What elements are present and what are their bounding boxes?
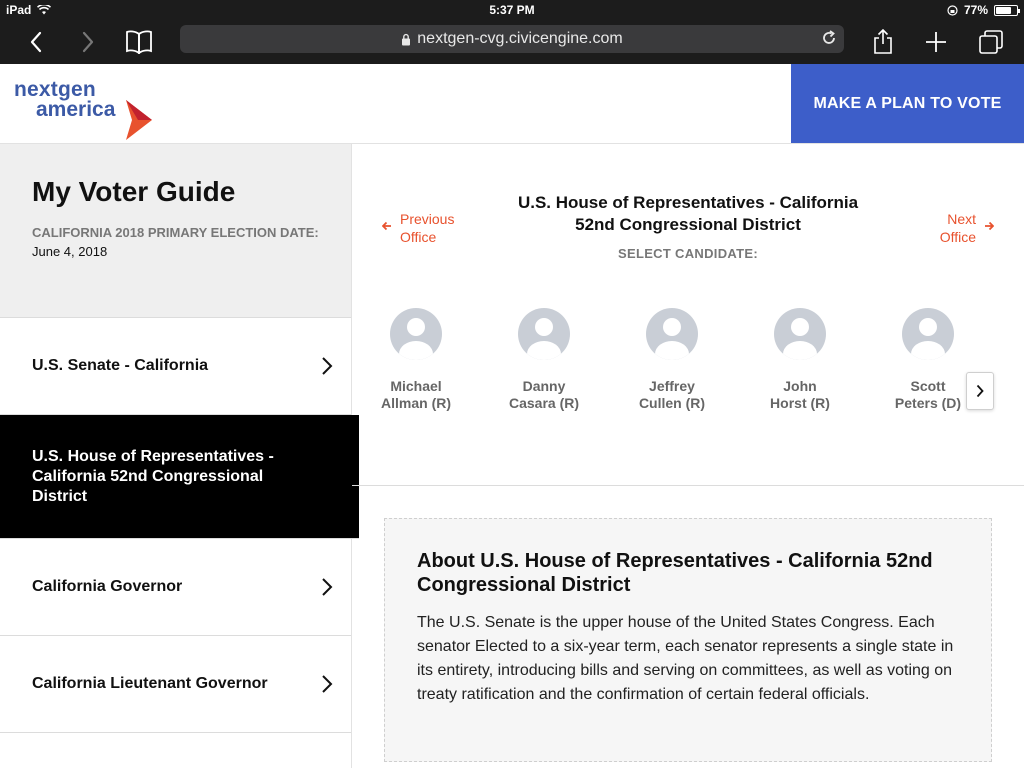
page-title: My Voter Guide (32, 176, 236, 207)
url-text: nextgen-cvg.civicengine.com (417, 30, 623, 47)
office-title-line-2: 52nd Congressional District (575, 215, 801, 234)
arrow-right-icon (985, 221, 994, 231)
browser-toolbar: nextgen-cvg.civicengine.com (0, 20, 1024, 64)
tabs-icon[interactable] (975, 26, 1007, 58)
voter-guide-header: My Voter Guide CALIFORNIA 2018 PRIMARY E… (0, 144, 351, 318)
make-a-plan-button[interactable]: MAKE A PLAN TO VOTE (791, 64, 1024, 143)
next-office-label-2: Office (939, 229, 976, 245)
battery-fill (996, 6, 1012, 14)
new-tab-icon[interactable] (920, 26, 952, 58)
sidebar-item-governor[interactable]: California Governor (0, 539, 351, 636)
main-content: Previous Office U.S. House of Representat… (352, 144, 1024, 768)
chevron-right-icon (322, 357, 333, 375)
arrow-left-icon (382, 221, 391, 231)
candidate-card[interactable]: Danny Casara (R) (489, 308, 599, 412)
sidebar-item-label: California Governor (32, 578, 183, 595)
about-body: The U.S. Senate is the upper house of th… (417, 614, 954, 703)
candidate-name: Michael Allman (R) (361, 378, 471, 412)
battery-icon (994, 4, 1020, 16)
share-icon[interactable] (867, 26, 899, 58)
candidate-card[interactable]: Michael Allman (R) (361, 308, 471, 412)
logo-chevron-icon (126, 100, 152, 140)
back-icon[interactable] (20, 26, 52, 58)
candidate-last-name: Cullen (R) (638, 395, 706, 411)
forward-icon[interactable] (72, 26, 104, 58)
candidate-name: John Horst (R) (745, 378, 855, 412)
sidebar-item-label: U.S. Senate - California (32, 357, 209, 374)
candidate-carousel: Michael Allman (R) Danny Casara (R) Jeff… (352, 304, 1024, 434)
sidebar-item-label: California Lieutenant Governor (32, 675, 268, 692)
battery-percent: 77% (963, 3, 988, 17)
next-office-label-1: Next (947, 211, 976, 227)
chevron-right-icon (322, 578, 333, 596)
about-office-panel: About U.S. House of Representatives - Ca… (384, 518, 992, 762)
sidebar-item-label: U.S. House of Representatives - Californ… (32, 447, 274, 505)
candidate-first-name: John (783, 378, 817, 394)
address-bar[interactable]: nextgen-cvg.civicengine.com (180, 25, 844, 53)
candidate-first-name: Jeffrey (649, 378, 695, 394)
sidebar-item-us-house[interactable]: U.S. House of Representatives - Californ… (0, 415, 359, 539)
chevron-right-icon (322, 675, 333, 693)
avatar-placeholder-icon (774, 308, 826, 360)
status-bar: iPad 5:37 PM 77% (0, 0, 1024, 20)
previous-office-link[interactable]: Previous Office (382, 210, 454, 246)
sidebar: My Voter Guide CALIFORNIA 2018 PRIMARY E… (0, 144, 359, 768)
candidate-last-name: Casara (R) (508, 395, 580, 411)
previous-office-label-1: Previous (400, 211, 455, 227)
select-candidate-label: SELECT CANDIDATE: (618, 246, 758, 261)
candidate-last-name: Allman (R) (381, 395, 451, 411)
orientation-lock-icon (947, 4, 958, 16)
office-navigation: Previous Office U.S. House of Representat… (352, 144, 1024, 274)
candidate-first-name: Michael (390, 378, 442, 394)
candidate-first-name: Danny (522, 378, 566, 394)
election-label: CALIFORNIA 2018 PRIMARY ELECTION DATE: (32, 225, 319, 240)
election-date: June 4, 2018 (32, 244, 108, 259)
avatar-placeholder-icon (902, 308, 954, 360)
carousel-next-button[interactable] (966, 372, 994, 410)
candidate-card[interactable]: Jeffrey Cullen (R) (617, 308, 727, 412)
bookmarks-icon[interactable] (123, 26, 155, 58)
candidate-name: Jeffrey Cullen (R) (617, 378, 727, 412)
avatar-placeholder-icon (390, 308, 442, 360)
sidebar-item-lieutenant-governor[interactable]: California Lieutenant Governor (0, 636, 351, 733)
status-right: 77% (947, 3, 1020, 17)
candidate-card[interactable]: John Horst (R) (745, 308, 855, 412)
logo-line-2: america (36, 98, 116, 121)
candidate-last-name: Horst (R) (770, 395, 830, 411)
previous-office-label-2: Office (400, 229, 437, 245)
status-time: 5:37 PM (489, 3, 535, 17)
chevron-right-icon (976, 384, 984, 398)
reload-icon[interactable] (820, 29, 838, 47)
sidebar-item-us-senate[interactable]: U.S. Senate - California (0, 318, 351, 415)
office-title-line-1: U.S. House of Representatives - Californ… (517, 193, 859, 212)
nextgen-america-logo[interactable]: nextgen america (14, 78, 164, 140)
site-header: nextgen america MAKE A PLAN TO VOTE (0, 64, 1024, 144)
next-office-link[interactable]: Next Office (940, 210, 994, 246)
candidate-name: Danny Casara (R) (489, 378, 599, 412)
office-title: U.S. House of Representatives - Californ… (492, 192, 884, 236)
about-heading: About U.S. House of Representatives - Ca… (417, 550, 933, 596)
section-divider (352, 485, 1024, 486)
avatar-placeholder-icon (646, 308, 698, 360)
avatar-placeholder-icon (518, 308, 570, 360)
lock-icon (402, 33, 411, 45)
